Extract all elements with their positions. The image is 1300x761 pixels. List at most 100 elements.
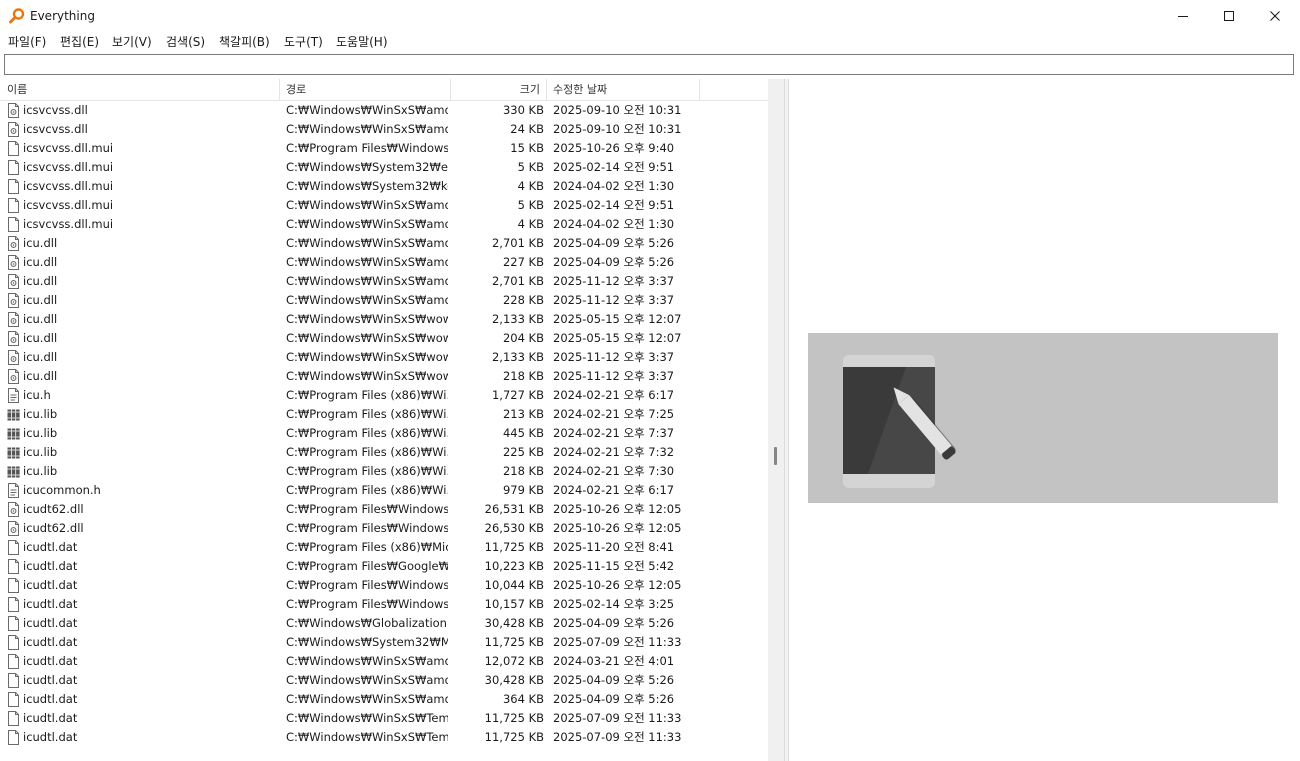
file-size: 218 KB <box>502 464 544 478</box>
file-row[interactable]: icu.dll C:₩Windows₩WinSxS₩amd... 2,701 KB 2… <box>0 272 768 291</box>
file-name: icudtl.dat <box>23 597 78 611</box>
file-path: C:₩Windows₩WinSxS₩amd... <box>286 274 448 288</box>
maximize-button[interactable] <box>1206 0 1252 32</box>
menu-tools[interactable]: 도구(T) <box>284 34 323 52</box>
file-modified: 2025-04-09 오후 5:26 <box>553 692 675 706</box>
file-row[interactable]: icu.lib C:₩Program Files (x86)₩Wi... 225 K… <box>0 443 768 462</box>
column-divider[interactable] <box>279 79 280 101</box>
file-row[interactable]: icudtl.dat C:₩Program Files (x86)₩Mic... 1… <box>0 538 768 557</box>
file-size: 979 KB <box>502 483 544 497</box>
file-modified: 2025-05-15 오후 12:07 <box>553 312 682 326</box>
file-row[interactable]: icu.lib C:₩Program Files (x86)₩Wi... 213 K… <box>0 405 768 424</box>
file-size: 26,530 KB <box>484 521 544 535</box>
library-icon <box>7 445 20 460</box>
file-row[interactable]: icu.dll C:₩Windows₩WinSxS₩wow... 204 KB 202… <box>0 329 768 348</box>
file-row[interactable]: icudtl.dat C:₩Windows₩WinSxS₩Tem... 11,725… <box>0 709 768 728</box>
file-size: 4 KB <box>517 217 544 231</box>
file-row[interactable]: icsvcvss.dll.mui C:₩Windows₩WinSxS₩amd...… <box>0 196 768 215</box>
file-row[interactable]: icucommon.h C:₩Program Files (x86)₩Wi... 9… <box>0 481 768 500</box>
file-row[interactable]: icudtl.dat C:₩Program Files₩Google₩... 10,… <box>0 557 768 576</box>
file-path: C:₩Program Files₩Windows... <box>286 502 448 516</box>
file-size: 227 KB <box>502 255 544 269</box>
column-divider[interactable] <box>546 79 547 101</box>
column-header-path[interactable]: 경로 <box>286 79 306 101</box>
column-divider[interactable] <box>450 79 451 101</box>
file-row[interactable]: icu.dll C:₩Windows₩WinSxS₩wow... 218 KB 202… <box>0 367 768 386</box>
file-row[interactable]: icsvcvss.dll.mui C:₩Windows₩WinSxS₩amd...… <box>0 215 768 234</box>
column-header-size[interactable]: 크기 <box>452 79 540 101</box>
file-icon <box>7 559 20 574</box>
file-row[interactable]: icudtl.dat C:₩Program Files₩Windows... 10,… <box>0 595 768 614</box>
file-row[interactable]: icu.dll C:₩Windows₩WinSxS₩wow... 2,133 KB 2… <box>0 348 768 367</box>
column-header-name[interactable]: 이름 <box>7 79 27 101</box>
file-name: icudt62.dll <box>23 502 84 516</box>
file-row[interactable]: icudtl.dat C:₩Windows₩WinSxS₩amd... 12,072… <box>0 652 768 671</box>
search-input[interactable] <box>4 54 1294 75</box>
file-row[interactable]: icu.lib C:₩Program Files (x86)₩Wi... 445 K… <box>0 424 768 443</box>
file-path: C:₩Windows₩WinSxS₩wow... <box>286 312 448 326</box>
file-name: icu.dll <box>23 350 58 364</box>
file-path: C:₩Program Files₩Windows... <box>286 141 448 155</box>
file-name: icu.dll <box>23 236 58 250</box>
file-modified: 2025-07-09 오전 11:33 <box>553 635 682 649</box>
file-row[interactable]: icu.h C:₩Program Files (x86)₩Wi... 1,727 K… <box>0 386 768 405</box>
file-modified: 2025-11-12 오후 3:37 <box>553 293 675 307</box>
file-row[interactable]: icudtl.dat C:₩Program Files₩Windows... 10,… <box>0 576 768 595</box>
close-button[interactable] <box>1252 0 1298 32</box>
menu-search[interactable]: 검색(S) <box>166 34 205 52</box>
dll-icon <box>7 331 20 346</box>
minimize-button[interactable] <box>1160 0 1206 32</box>
menu-file[interactable]: 파일(F) <box>8 34 46 52</box>
file-name: icsvcvss.dll.mui <box>23 160 114 174</box>
file-row[interactable]: icsvcvss.dll C:₩Windows₩WinSxS₩amd... 24 K… <box>0 120 768 139</box>
file-row[interactable]: icudt62.dll C:₩Program Files₩Windows... 26… <box>0 500 768 519</box>
column-header-modified[interactable]: 수정한 날짜 <box>553 79 607 101</box>
file-row[interactable]: icudtl.dat C:₩Windows₩WinSxS₩amd... 364 KB… <box>0 690 768 709</box>
file-path: C:₩Program Files (x86)₩Wi... <box>286 464 448 478</box>
file-row[interactable]: icudt62.dll C:₩Program Files₩Windows... 26… <box>0 519 768 538</box>
header-file-icon <box>7 483 20 498</box>
library-icon <box>7 464 20 479</box>
file-row[interactable]: icsvcvss.dll.mui C:₩Windows₩System32₩en..… <box>0 158 768 177</box>
file-row[interactable]: icudtl.dat C:₩Windows₩WinSxS₩Tem... 11,725… <box>0 728 768 747</box>
file-row[interactable]: icudtl.dat C:₩Windows₩Globalization... 30,… <box>0 614 768 633</box>
file-modified: 2025-04-09 오후 5:26 <box>553 255 675 269</box>
file-row[interactable]: icsvcvss.dll.mui C:₩Windows₩System32₩ko..… <box>0 177 768 196</box>
file-path: C:₩Program Files₩Windows... <box>286 578 448 592</box>
column-divider[interactable] <box>699 79 700 101</box>
menu-help[interactable]: 도움말(H) <box>336 34 388 52</box>
menu-edit[interactable]: 편집(E) <box>60 34 99 52</box>
file-modified: 2024-02-21 오후 6:17 <box>553 388 675 402</box>
menu-view[interactable]: 보기(V) <box>112 34 152 52</box>
file-row[interactable]: icsvcvss.dll.mui C:₩Program Files₩Windows… <box>0 139 768 158</box>
file-modified: 2024-04-02 오전 1:30 <box>553 217 675 231</box>
file-row[interactable]: icudtl.dat C:₩Windows₩WinSxS₩amd... 30,428… <box>0 671 768 690</box>
file-modified: 2025-10-26 오후 9:40 <box>553 141 675 155</box>
tablet-pen-placeholder-icon <box>843 355 956 488</box>
file-row[interactable]: icu.lib C:₩Program Files (x86)₩Wi... 218 K… <box>0 462 768 481</box>
file-size: 12,072 KB <box>484 654 544 668</box>
file-row[interactable]: icu.dll C:₩Windows₩WinSxS₩amd... 228 KB 202… <box>0 291 768 310</box>
file-size: 218 KB <box>502 369 544 383</box>
file-size: 204 KB <box>502 331 544 345</box>
file-size: 228 KB <box>502 293 544 307</box>
results-list[interactable]: 이름 경로 크기 수정한 날짜 icsvcvss.dll C:₩Windows₩W… <box>0 79 768 761</box>
scrollbar-thumb[interactable] <box>774 447 777 465</box>
file-row[interactable]: icu.dll C:₩Windows₩WinSxS₩wow... 2,133 KB 2… <box>0 310 768 329</box>
file-row[interactable]: icudtl.dat C:₩Windows₩System32₩Mi... 11,72… <box>0 633 768 652</box>
file-size: 30,428 KB <box>484 616 544 630</box>
menu-bookmarks[interactable]: 책갈피(B) <box>219 34 270 52</box>
file-name: icucommon.h <box>23 483 101 497</box>
file-row[interactable]: icsvcvss.dll C:₩Windows₩WinSxS₩amd... 330 … <box>0 101 768 120</box>
results-scrollbar[interactable] <box>768 79 784 761</box>
dll-icon <box>7 255 20 270</box>
file-row[interactable]: icu.dll C:₩Windows₩WinSxS₩amd... 227 KB 202… <box>0 253 768 272</box>
file-modified: 2025-04-09 오후 5:26 <box>553 616 675 630</box>
file-icon <box>7 635 20 650</box>
file-size: 445 KB <box>502 426 544 440</box>
file-row[interactable]: icu.dll C:₩Windows₩WinSxS₩amd... 2,701 KB 2… <box>0 234 768 253</box>
header-file-icon <box>7 388 20 403</box>
file-path: C:₩Windows₩WinSxS₩amd... <box>286 673 448 687</box>
file-modified: 2024-04-02 오전 1:30 <box>553 179 675 193</box>
file-name: icudtl.dat <box>23 559 78 573</box>
